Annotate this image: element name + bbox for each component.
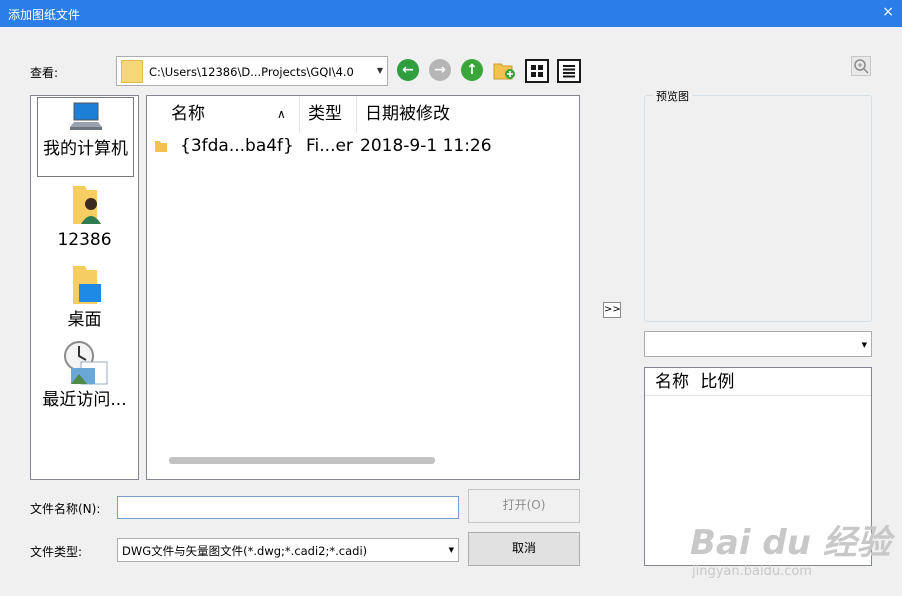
expand-button[interactable]: >> [603,302,621,318]
back-button[interactable]: ← [397,59,419,81]
folder-icon [121,60,143,83]
horizontal-scrollbar[interactable] [169,457,435,464]
file-modified: 2018-9-1 11:26 [360,136,492,156]
up-folder-button[interactable]: ↑ [461,59,483,81]
filetype-value: DWG文件与矢量图文件(*.dwg;*.cadi2;*.cadi) [122,544,368,558]
zoom-preview-button[interactable] [851,56,871,76]
file-name: {3fda...ba4f} [180,136,294,156]
filename-input[interactable] [117,496,459,519]
recent-icon [63,341,107,385]
look-in-label: 查看: [30,66,59,80]
new-folder-button[interactable] [492,58,516,82]
file-type: Fi...er [306,136,353,156]
preview-label: 预览图 [653,88,692,104]
grid-view-icon [531,65,543,77]
place-label: 桌面 [67,310,102,330]
window-title: 添加图纸文件 [8,8,81,22]
title-bar: 添加图纸文件 × [0,0,902,27]
user-folder-icon [72,186,101,224]
place-recent[interactable]: 最近访问... [31,340,138,411]
place-label: 我的计算机 [43,139,128,159]
chevron-down-icon[interactable]: ▼ [449,546,454,554]
column-header-name[interactable]: 名称 ∧ [147,96,300,133]
arrow-right-icon: → [434,62,446,78]
file-list[interactable]: 名称 ∧ 类型 日期被修改 {3fda...ba4f} Fi...er 2018… [146,95,580,480]
column-header-modified[interactable]: 日期被修改 [357,96,579,133]
desktop-folder-icon [72,266,101,304]
arrow-left-icon: ← [402,62,414,78]
places-bar: 我的计算机 12386 桌面 最近访问... [30,95,139,480]
computer-icon [69,102,102,130]
place-user-12386[interactable]: 12386 [31,182,138,251]
file-row[interactable]: {3fda...ba4f} Fi...er 2018-9-1 11:26 [147,133,579,159]
cancel-button[interactable]: 取消 [468,532,580,566]
filetype-label: 文件类型: [30,545,83,559]
watermark: Bai du 经验 jingyan.baidu.com [690,523,891,579]
magnifier-icon [854,59,869,74]
column-header-name[interactable]: 名称 [655,372,689,392]
place-my-computer[interactable]: 我的计算机 [37,97,134,177]
close-icon[interactable]: × [882,4,894,20]
chevron-down-icon[interactable]: ▼ [377,66,383,75]
look-in-path: C:\Users\12386\D...Projects\GQI\4.0 [149,65,354,79]
filename-label: 文件名称(N): [30,502,101,516]
look-in-combo[interactable]: C:\Users\12386\D...Projects\GQI\4.0 ▼ [116,56,388,86]
column-header-type[interactable]: 类型 [300,96,357,133]
filetype-select[interactable]: DWG文件与矢量图文件(*.dwg;*.cadi2;*.cadi) ▼ [117,538,459,562]
sort-ascending-icon: ∧ [277,107,286,121]
detail-view-button[interactable] [557,59,581,83]
layout-select[interactable]: ▼ [644,331,872,357]
new-folder-icon [493,63,515,80]
place-label: 最近访问... [42,390,127,410]
open-button[interactable]: 打开(O) [468,489,580,523]
place-label: 12386 [57,230,112,250]
place-desktop[interactable]: 桌面 [31,262,138,331]
forward-button[interactable]: → [429,59,451,81]
scale-list-header: 名称 比例 [645,368,871,396]
column-header-scale[interactable]: 比例 [700,372,734,392]
list-view-button[interactable] [525,59,549,83]
details-view-icon [563,65,575,78]
folder-icon [154,139,168,156]
arrow-up-icon: ↑ [466,62,478,78]
chevron-down-icon[interactable]: ▼ [862,341,867,349]
preview-group: 预览图 [644,88,872,322]
